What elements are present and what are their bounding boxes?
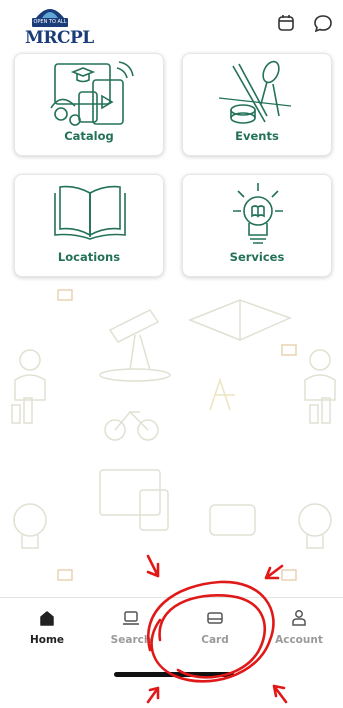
calendar-icon[interactable] bbox=[275, 12, 297, 34]
nav-item-account[interactable]: Account bbox=[256, 608, 342, 652]
tile-catalog[interactable]: Catalog bbox=[14, 53, 164, 156]
app-header: OPEN TO ALL MRCPL bbox=[0, 0, 343, 52]
tile-catalog-label: Catalog bbox=[64, 129, 114, 143]
home-indicator bbox=[114, 672, 234, 677]
nav-item-search[interactable]: Search bbox=[88, 608, 174, 652]
chat-bubble-icon[interactable] bbox=[312, 12, 334, 34]
nav-label-search: Search bbox=[110, 634, 152, 646]
person-icon bbox=[292, 610, 306, 626]
logo-tagline: OPEN TO ALL bbox=[32, 18, 68, 27]
nav-item-home[interactable]: Home bbox=[4, 608, 90, 652]
tile-locations[interactable]: Locations bbox=[14, 174, 164, 277]
tile-services[interactable]: Services bbox=[182, 174, 332, 277]
logo-text: MRCPL bbox=[25, 28, 94, 48]
tile-events[interactable]: Events bbox=[182, 53, 332, 156]
home-icon bbox=[40, 611, 54, 626]
open-book-icon bbox=[54, 185, 126, 240]
lightbulb-book-icon bbox=[233, 183, 283, 244]
bottom-nav: Home Search Card Account bbox=[0, 597, 343, 708]
library-logo[interactable]: OPEN TO ALL MRCPL bbox=[22, 4, 94, 48]
events-scissors-icon bbox=[218, 60, 292, 124]
tile-events-label: Events bbox=[235, 129, 279, 143]
catalog-devices-icon bbox=[50, 61, 134, 126]
nav-label-card: Card bbox=[201, 634, 229, 646]
card-icon bbox=[207, 612, 223, 624]
nav-item-card[interactable]: Card bbox=[172, 608, 258, 652]
nav-label-home: Home bbox=[29, 634, 65, 646]
laptop-icon bbox=[123, 611, 139, 625]
nav-label-account: Account bbox=[275, 634, 323, 646]
tile-services-label: Services bbox=[229, 250, 285, 264]
tile-locations-label: Locations bbox=[57, 250, 121, 264]
